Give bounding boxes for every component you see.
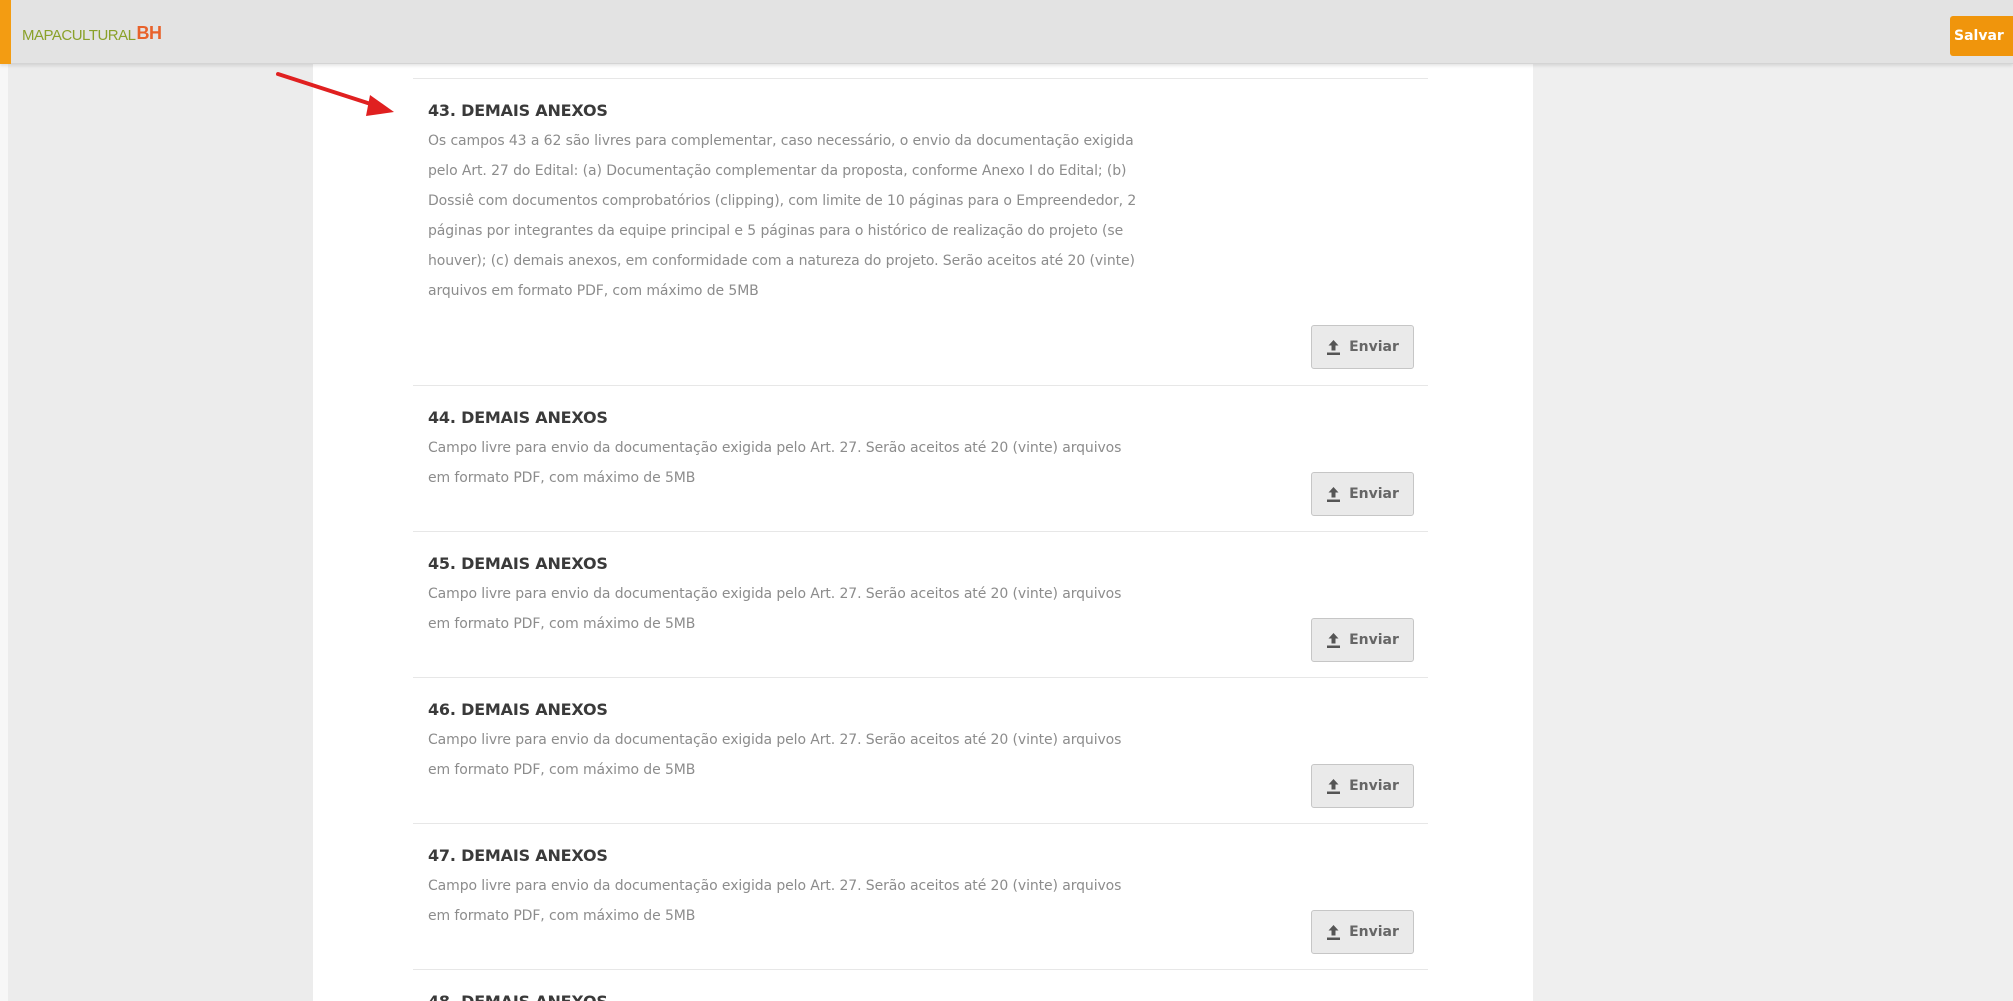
send-button[interactable]: Enviar (1311, 764, 1414, 808)
send-button-label: Enviar (1349, 778, 1399, 794)
field-description: Campo livre para envio da documentação e… (428, 586, 1122, 632)
left-panel (0, 64, 313, 1001)
send-button[interactable]: Enviar (1311, 325, 1414, 369)
field-47: 47. DEMAIS ANEXOS Campo livre para envio… (413, 823, 1428, 969)
field-description: Campo livre para envio da documentação e… (428, 440, 1122, 486)
attachment-fields-list: 43. DEMAIS ANEXOS Os campos 43 a 62 são … (413, 78, 1428, 1001)
red-arrow-annotation (276, 72, 394, 116)
save-button[interactable]: Salvar (1950, 16, 2013, 56)
field-title: 47. DEMAIS ANEXOS (428, 846, 608, 865)
send-button-label: Enviar (1349, 632, 1399, 648)
upload-icon (1327, 632, 1341, 648)
accent-stripe (0, 0, 11, 64)
logo-text-mapacultural: MAPACULTURAL (22, 27, 136, 44)
field-title: 43. DEMAIS ANEXOS (428, 101, 608, 120)
send-button-label: Enviar (1349, 486, 1399, 502)
left-edge-strip (0, 64, 8, 1001)
field-title: 46. DEMAIS ANEXOS (428, 700, 608, 719)
send-button-label: Enviar (1349, 339, 1399, 355)
field-description: Os campos 43 a 62 são livres para comple… (428, 133, 1137, 299)
field-description: Campo livre para envio da documentação e… (428, 878, 1122, 924)
send-button[interactable]: Enviar (1311, 472, 1414, 516)
upload-icon (1327, 486, 1341, 502)
field-46: 46. DEMAIS ANEXOS Campo livre para envio… (413, 677, 1428, 823)
logo-text-bh: BH (136, 23, 162, 43)
field-description: Campo livre para envio da documentação e… (428, 732, 1122, 778)
field-45: 45. DEMAIS ANEXOS Campo livre para envio… (413, 531, 1428, 677)
upload-icon (1327, 778, 1341, 794)
field-44: 44. DEMAIS ANEXOS Campo livre para envio… (413, 385, 1428, 531)
send-button[interactable]: Enviar (1311, 618, 1414, 662)
field-43: 43. DEMAIS ANEXOS Os campos 43 a 62 são … (413, 78, 1428, 385)
upload-icon (1327, 339, 1341, 355)
field-48: 48. DEMAIS ANEXOS (413, 969, 1428, 1001)
logo[interactable]: MAPACULTURAL BH (22, 22, 162, 44)
top-bar: MAPACULTURAL BH Salvar (0, 0, 2013, 64)
right-panel (1533, 64, 2013, 1001)
upload-icon (1327, 924, 1341, 940)
send-button[interactable]: Enviar (1311, 910, 1414, 954)
send-button-label: Enviar (1349, 924, 1399, 940)
page: MAPACULTURAL BH Salvar 43. DEMAIS ANEXOS… (0, 0, 2013, 1001)
field-title: 44. DEMAIS ANEXOS (428, 408, 608, 427)
field-title: 48. DEMAIS ANEXOS (428, 992, 1414, 1001)
field-title: 45. DEMAIS ANEXOS (428, 554, 608, 573)
